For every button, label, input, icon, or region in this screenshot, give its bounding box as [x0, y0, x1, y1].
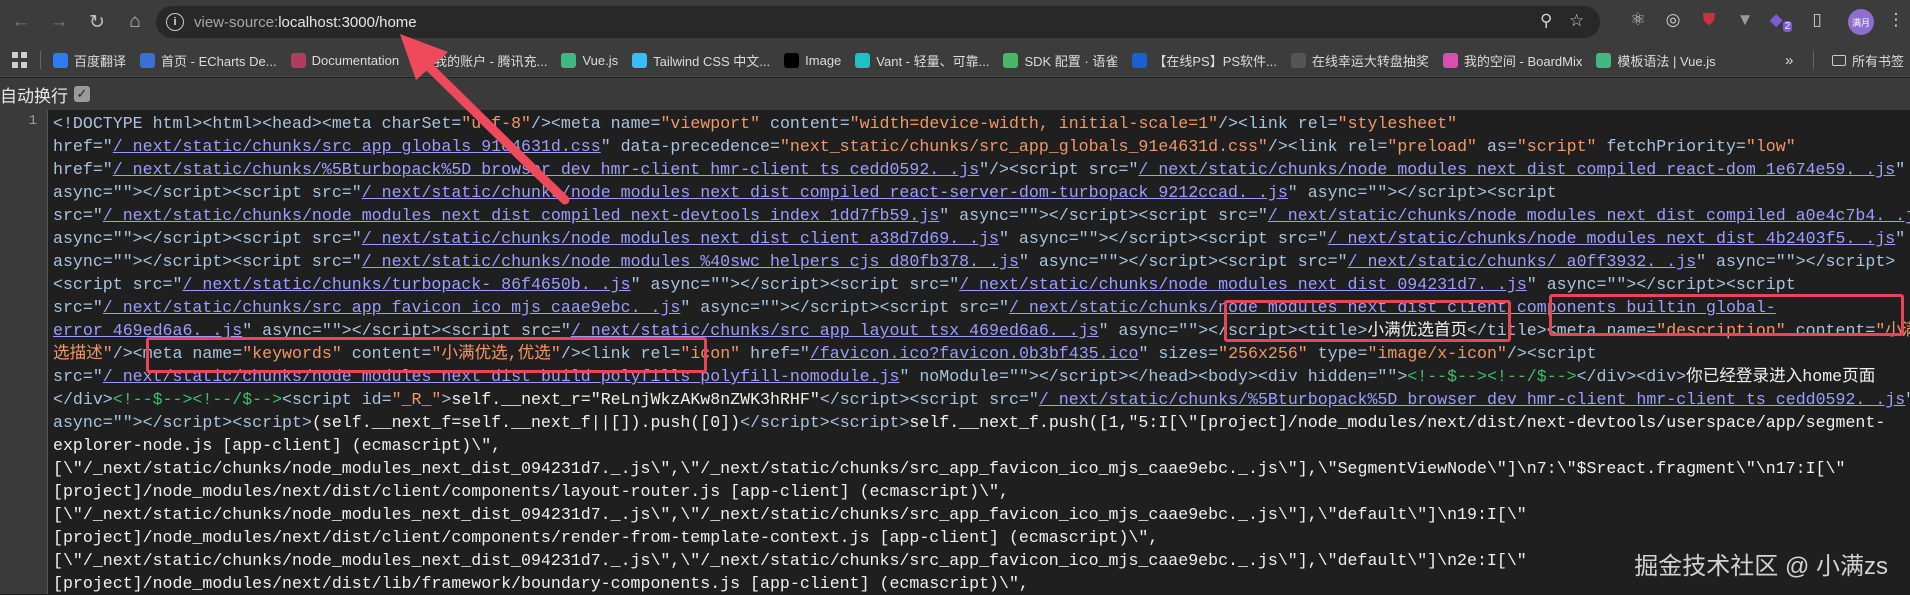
annotation-arrow [400, 34, 570, 205]
arrow-shaft [415, 53, 570, 205]
watermark: 掘金技术社区 @ 小满zs [1634, 553, 1888, 580]
